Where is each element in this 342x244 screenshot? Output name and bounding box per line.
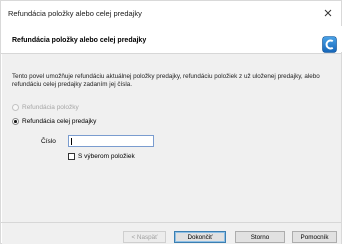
number-label: Číslo [41,138,56,145]
help-button[interactable]: Pomocník [292,231,337,243]
finish-button[interactable]: Dokončiť [174,231,226,243]
app-logo-icon [322,36,337,53]
wizard-header: Refundácia položky alebo celej predajky [2,26,342,53]
cancel-button[interactable]: Storno [235,231,285,243]
number-input[interactable] [68,135,154,147]
page-title: Refundácia položky alebo celej predajky [12,37,147,44]
radio-refund-item[interactable]: Refundácia položky [12,104,79,111]
window-title: Refundácia položky alebo celej predajky [8,9,142,18]
back-button[interactable]: < Naspäť [123,231,166,243]
close-button[interactable] [321,6,335,20]
description-text: Tento povel umožňuje refundáciu aktuálne… [12,73,320,88]
radio-refund-whole-label: Refundácia celej predajky [22,118,97,125]
with-items-checkbox[interactable] [68,153,75,160]
text-caret [71,138,72,145]
wizard-footer: < Naspäť Dokončiť Storno Pomocník [2,223,341,244]
close-icon [324,9,332,17]
radio-refund-whole[interactable]: Refundácia celej predajky [12,118,96,125]
radio-refund-item-label: Refundácia položky [22,104,79,111]
title-bar: Refundácia položky alebo celej predajky [1,1,341,25]
radio-refund-whole-circle[interactable] [12,118,19,125]
with-items-label: S výberom položiek [78,153,135,160]
with-items-checkbox-row[interactable]: S výberom položiek [68,153,135,160]
refund-dialog: Refundácia položky alebo celej predajky … [0,0,342,244]
radio-refund-item-circle[interactable] [12,104,19,111]
wizard-body: Tento povel umožňuje refundáciu aktuálne… [2,54,341,222]
